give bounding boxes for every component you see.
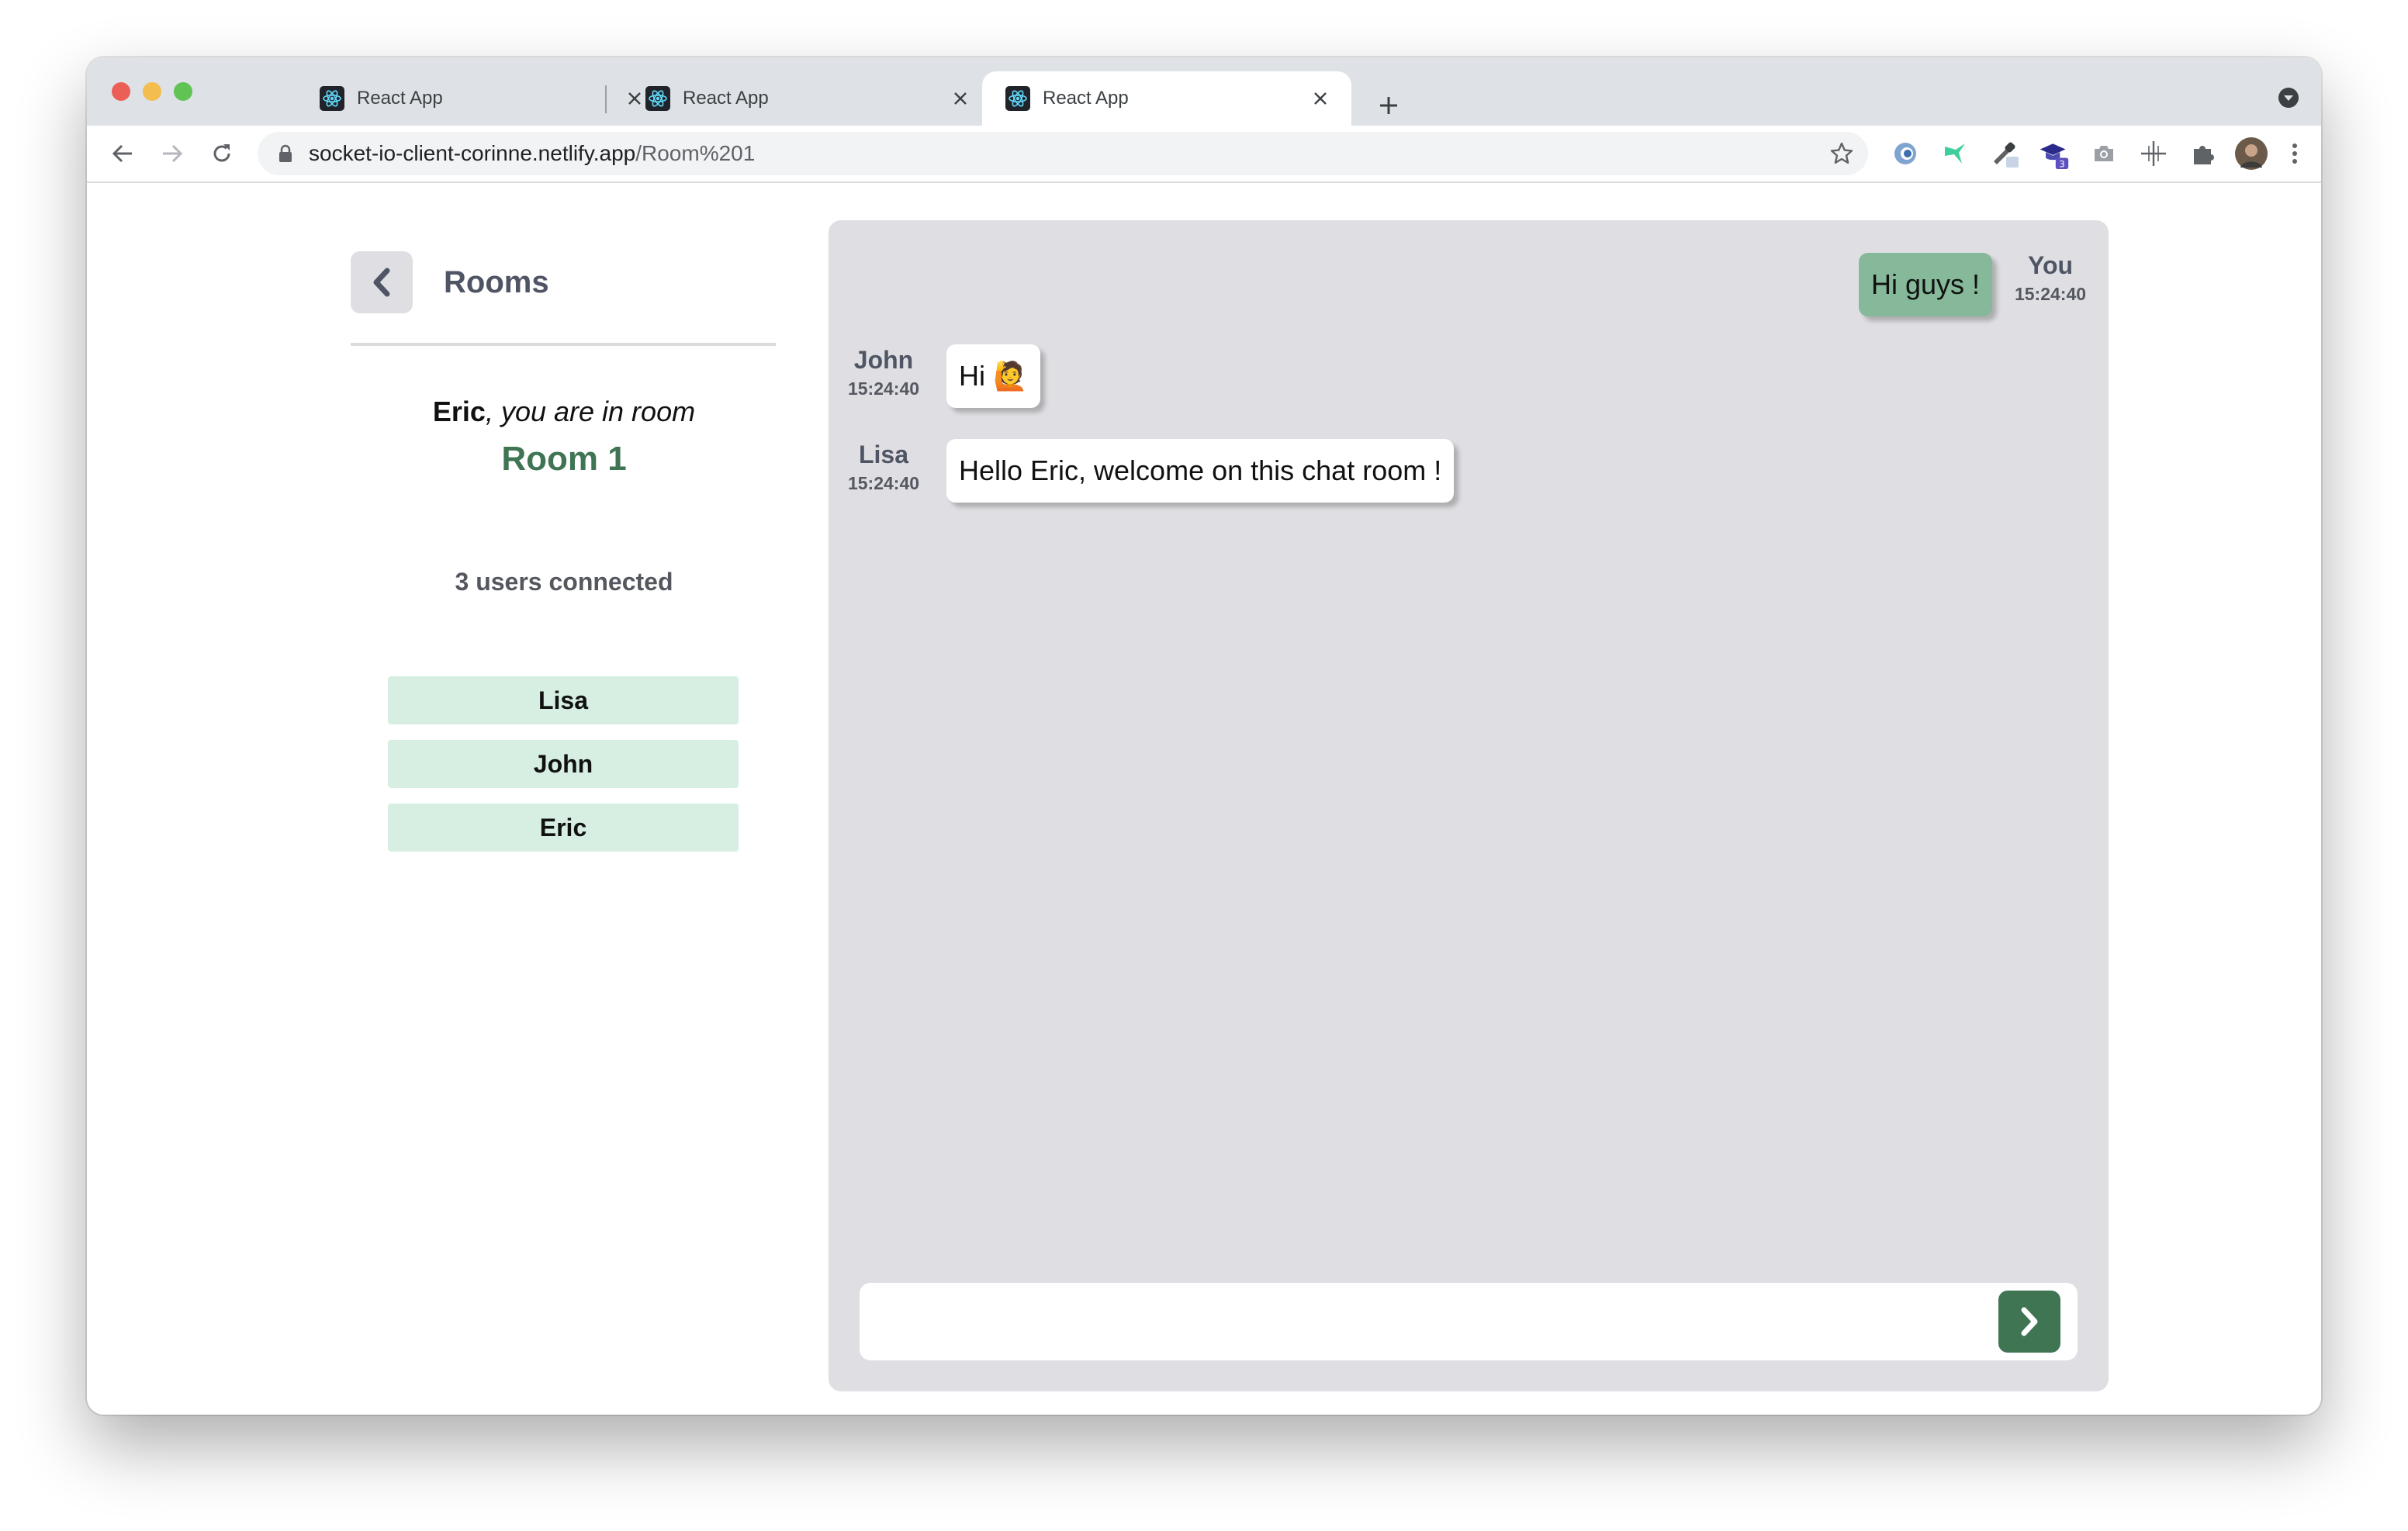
- message-author: Lisa: [858, 441, 909, 468]
- tab-title: React App: [1043, 88, 1129, 109]
- maximize-window-button[interactable]: [174, 82, 192, 101]
- graduation-cap-icon[interactable]: 3: [2039, 138, 2070, 169]
- my-message-bubble: Hi guys !: [1858, 253, 1992, 316]
- extension-badge: 3: [2059, 158, 2065, 169]
- room-name: Room 1: [501, 440, 627, 478]
- user-list-item: Eric: [388, 804, 739, 852]
- close-tab-icon[interactable]: [946, 85, 974, 112]
- chevron-left-icon: [373, 268, 390, 297]
- message-author: John: [853, 346, 914, 374]
- plus-icon: [1380, 97, 1397, 114]
- message-author: You: [2027, 251, 2074, 279]
- in-room-text: , you are in room: [485, 396, 696, 427]
- url-text: socket-io-client-corinne.netlify.app/Roo…: [309, 132, 755, 175]
- room-info: Eric, you are in room: [351, 392, 777, 431]
- arrow-left-icon: [112, 144, 132, 163]
- eyedropper-icon[interactable]: [1989, 138, 2020, 169]
- close-window-button[interactable]: [112, 82, 130, 101]
- current-user-name: Eric: [432, 396, 486, 427]
- message-meta: You 15:24:40: [2000, 250, 2101, 307]
- new-tab-button[interactable]: [1367, 84, 1410, 127]
- message-bubble: Hello Eric, welcome on this chat room !: [946, 439, 1455, 503]
- reload-icon: [213, 144, 230, 162]
- user-list-item: John: [388, 740, 739, 788]
- profile-avatar[interactable]: [2234, 137, 2268, 171]
- react-logo-icon: [320, 86, 344, 111]
- rooms-label: Rooms: [444, 265, 549, 299]
- forward-nav-button[interactable]: [155, 137, 189, 171]
- url-path: /Room%201: [635, 141, 756, 165]
- browser-tab-active[interactable]: React App: [982, 71, 1351, 126]
- react-logo-icon: [645, 86, 670, 111]
- puzzle-icon[interactable]: [2188, 138, 2219, 169]
- menu-kebab-icon[interactable]: [2279, 138, 2310, 169]
- page-content: Rooms Eric, you are in room Room 1 3 use…: [87, 183, 2321, 1415]
- message-input[interactable]: [878, 1291, 1983, 1354]
- bookmark-star-icon[interactable]: [1829, 141, 1854, 166]
- tab-strip: React App React App React App: [87, 57, 2321, 126]
- reload-button[interactable]: [205, 137, 239, 171]
- arrow-right-icon: [163, 144, 183, 163]
- back-to-rooms-button[interactable]: [351, 251, 413, 313]
- hummingbird-icon[interactable]: [1939, 138, 1970, 169]
- address-bar[interactable]: socket-io-client-corinne.netlify.app/Roo…: [258, 132, 1868, 175]
- react-logo-icon: [1005, 86, 1030, 111]
- message-time: 15:24:40: [847, 473, 920, 493]
- tab-title: React App: [357, 88, 443, 109]
- message-composer: [860, 1283, 2078, 1360]
- chevron-right-icon: [2021, 1307, 2038, 1336]
- message-meta: Lisa 15:24:40: [835, 439, 932, 496]
- users-connected-count: 3 users connected: [455, 568, 673, 596]
- sidebar-divider: [351, 343, 776, 346]
- message-time: 15:24:40: [847, 378, 920, 399]
- minimize-window-button[interactable]: [143, 82, 161, 101]
- camera-icon[interactable]: [2088, 138, 2119, 169]
- message-meta: John 15:24:40: [835, 344, 932, 402]
- browser-toolbar: socket-io-client-corinne.netlify.app/Roo…: [87, 126, 2321, 183]
- url-host: socket-io-client-corinne.netlify.app: [309, 141, 636, 165]
- edge-extension-icon[interactable]: [1890, 138, 1921, 169]
- tab-separator: [605, 85, 607, 113]
- tab-search-icon[interactable]: [2278, 87, 2299, 109]
- lock-icon: [279, 144, 292, 162]
- chat-panel: Hi guys ! You 15:24:40 John 15:24:40 Hi …: [829, 220, 2109, 1391]
- back-nav-button[interactable]: [106, 137, 140, 171]
- message-time: 15:24:40: [2014, 284, 2087, 304]
- browser-window: React App React App React App socket-io-…: [87, 57, 2321, 1415]
- browser-tab[interactable]: React App: [296, 71, 666, 126]
- browser-tab[interactable]: React App: [622, 71, 991, 126]
- tab-title: React App: [683, 88, 769, 109]
- message-bubble: Hi 🙋: [946, 344, 1040, 408]
- crosshair-move-icon[interactable]: [2138, 138, 2169, 169]
- close-tab-icon[interactable]: [1306, 85, 1334, 112]
- send-button[interactable]: [1998, 1291, 2060, 1353]
- user-list-item: Lisa: [388, 676, 739, 724]
